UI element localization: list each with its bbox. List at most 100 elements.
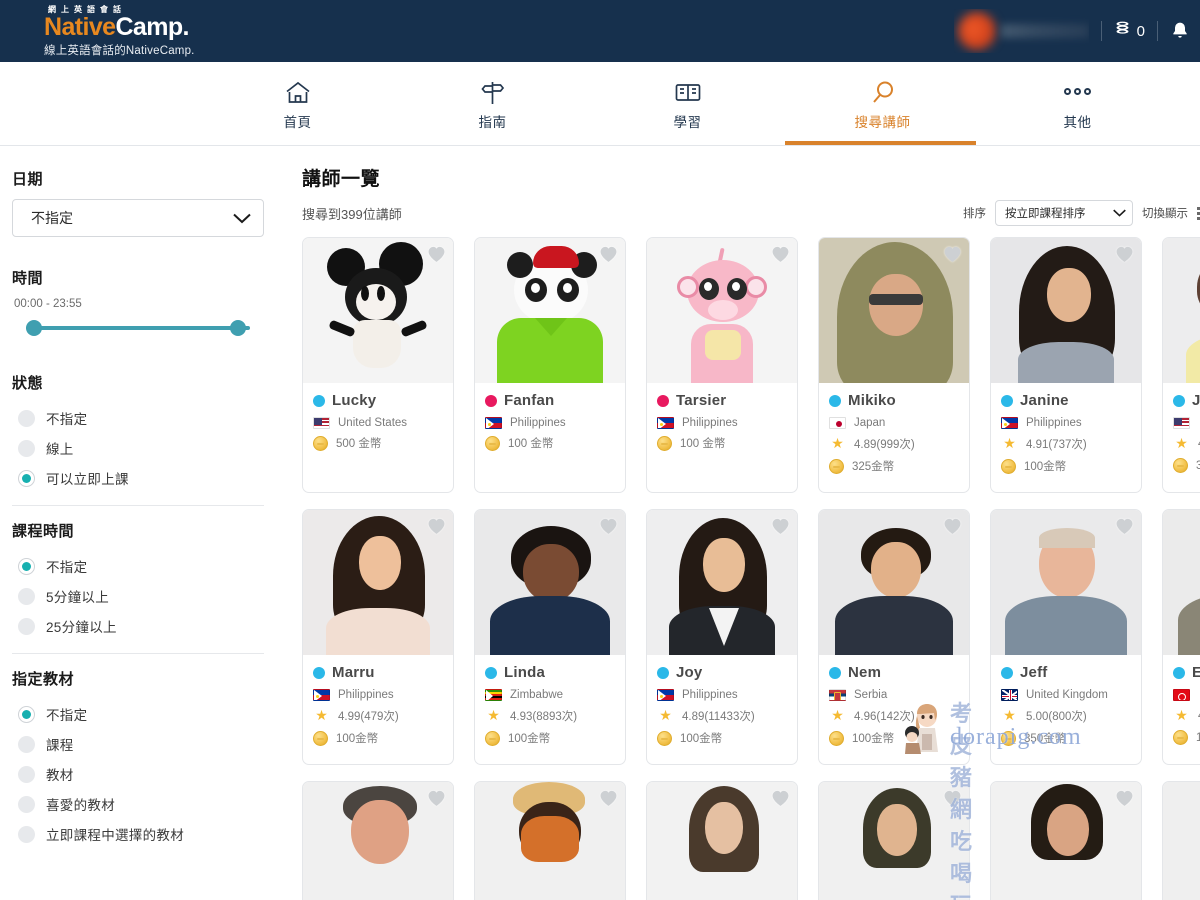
nav-item-home[interactable]: 首頁	[200, 62, 395, 145]
teacher-card[interactable]: Linda Zimbabwe ★ 4.93(8893次) 100金幣	[474, 509, 626, 765]
filter-title-time: 時間	[12, 270, 44, 287]
teacher-info: Fanfan Philippines 100 金幣	[475, 383, 625, 469]
teacher-photo[interactable]	[1163, 510, 1200, 655]
teacher-card[interactable]: Janine Philippines ★ 4.91(737次) 100金幣	[990, 237, 1142, 493]
heart-icon[interactable]	[1115, 245, 1134, 268]
teacher-photo[interactable]	[475, 238, 625, 383]
teacher-card[interactable]	[1162, 781, 1200, 900]
teacher-card[interactable]	[474, 781, 626, 900]
heart-icon[interactable]	[771, 517, 790, 540]
flag-icon-ph	[657, 417, 674, 429]
teacher-card[interactable]: J ★ 4 3	[1162, 237, 1200, 493]
teacher-card[interactable]: Jeff United Kingdom ★ 5.00(800次) 350金幣	[990, 509, 1142, 765]
teacher-photo[interactable]	[1163, 782, 1200, 900]
teacher-card[interactable]	[646, 781, 798, 900]
flag-icon-ph	[1001, 417, 1018, 429]
date-select[interactable]: 不指定	[12, 199, 264, 237]
teacher-card[interactable]	[302, 781, 454, 900]
sort-select[interactable]: 按立即課程排序	[995, 200, 1133, 226]
teacher-card[interactable]: Lucky United States 500 金幣	[302, 237, 454, 493]
brand-wordmark: NativeCamp.	[44, 15, 195, 40]
teacher-card[interactable]: Joy Philippines ★ 4.89(11433次) 100金幣	[646, 509, 798, 765]
slider-knob-min[interactable]	[26, 320, 42, 336]
heart-icon[interactable]	[943, 245, 962, 268]
material-option-3-label: 喜愛的教材	[46, 798, 115, 813]
heart-icon[interactable]	[599, 789, 618, 812]
teacher-photo[interactable]	[647, 510, 797, 655]
teacher-coin: 100 金幣	[680, 438, 726, 450]
nav-item-home-label: 首頁	[283, 115, 312, 130]
teacher-card[interactable]: Mikiko Japan ★ 4.89(999次) 325金幣	[818, 237, 970, 493]
teacher-card[interactable]: Nem Serbia ★ 4.96(142次) 100金幣	[818, 509, 970, 765]
time-range-slider[interactable]	[26, 320, 250, 336]
heart-icon[interactable]	[427, 245, 446, 268]
teacher-photo[interactable]	[475, 782, 625, 900]
brand-logo[interactable]: 網上英語會話 NativeCamp. 線上英語會話的NativeCamp.	[14, 4, 195, 58]
page-body: 日期 不指定 時間 00:00 - 23:55 狀態 不指定 線上 可以立即上課…	[0, 146, 1200, 900]
status-badge	[485, 666, 497, 679]
coin-balance[interactable]: 0	[1114, 20, 1145, 42]
heart-icon[interactable]	[427, 789, 446, 812]
teacher-photo[interactable]	[303, 782, 453, 900]
lesson-time-option-0[interactable]: 不指定	[12, 551, 264, 581]
heart-icon[interactable]	[427, 517, 446, 540]
lesson-time-option-1[interactable]: 5分鐘以上	[12, 581, 264, 611]
heart-icon[interactable]	[771, 245, 790, 268]
heart-icon[interactable]	[943, 789, 962, 812]
material-option-4[interactable]: 立即課程中選擇的教材	[12, 819, 264, 849]
teacher-photo[interactable]	[819, 782, 969, 900]
teacher-photo[interactable]	[647, 782, 797, 900]
teacher-coin: 1	[1196, 732, 1200, 744]
teacher-name-row: E	[1173, 664, 1200, 681]
teacher-card[interactable]	[818, 781, 970, 900]
status-option-1[interactable]: 線上	[12, 433, 264, 463]
avatar[interactable]	[954, 9, 1089, 53]
header-right-cluster: 0	[954, 0, 1190, 62]
nav-item-study[interactable]: 學習	[590, 62, 785, 145]
lesson-time-option-2[interactable]: 25分鐘以上	[12, 611, 264, 641]
teacher-card[interactable]	[990, 781, 1142, 900]
teacher-country: Philippines	[682, 689, 738, 701]
heart-icon[interactable]	[599, 245, 618, 268]
nav-item-other[interactable]: 其他	[980, 62, 1175, 145]
teacher-photo[interactable]	[819, 238, 969, 383]
teacher-card[interactable]: E ★ 4 1	[1162, 509, 1200, 765]
teacher-card[interactable]: Tarsier Philippines 100 金幣	[646, 237, 798, 493]
teacher-photo[interactable]	[475, 510, 625, 655]
heart-icon[interactable]	[943, 517, 962, 540]
teacher-card[interactable]: Marru Philippines ★ 4.99(479次) 100金幣	[302, 509, 454, 765]
coin-icon	[829, 730, 844, 746]
teacher-card[interactable]: Fanfan Philippines 100 金幣	[474, 237, 626, 493]
material-option-3[interactable]: 喜愛的教材	[12, 789, 264, 819]
material-option-1[interactable]: 課程	[12, 729, 264, 759]
nav-item-study-label: 學習	[673, 115, 702, 130]
nav-item-search-teacher[interactable]: 搜尋講師	[785, 62, 980, 145]
teacher-photo[interactable]	[991, 238, 1141, 383]
teacher-photo[interactable]	[819, 510, 969, 655]
heart-icon[interactable]	[771, 789, 790, 812]
teacher-country-row: Philippines	[485, 417, 615, 429]
teacher-coin: 100 金幣	[508, 438, 554, 450]
heart-icon[interactable]	[1115, 789, 1134, 812]
status-option-0[interactable]: 不指定	[12, 403, 264, 433]
coin-icon	[657, 730, 672, 746]
teacher-country-row	[1173, 417, 1200, 429]
heart-icon[interactable]	[1115, 517, 1134, 540]
status-badge	[313, 666, 325, 679]
nav-item-guide[interactable]: 指南	[395, 62, 590, 145]
teacher-photo[interactable]	[1163, 238, 1200, 383]
teacher-coin-row: 100金幣	[313, 730, 443, 746]
material-option-2[interactable]: 教材	[12, 759, 264, 789]
material-option-0[interactable]: 不指定	[12, 699, 264, 729]
teacher-photo[interactable]	[303, 238, 453, 383]
teacher-photo[interactable]	[647, 238, 797, 383]
status-option-2[interactable]: 可以立即上課	[12, 463, 264, 493]
teacher-photo[interactable]	[303, 510, 453, 655]
teacher-photo[interactable]	[991, 510, 1141, 655]
time-range-label: 00:00 - 23:55	[14, 298, 82, 310]
bell-icon[interactable]	[1170, 21, 1190, 41]
teacher-name: Jeff	[1020, 664, 1048, 681]
slider-knob-max[interactable]	[230, 320, 246, 336]
heart-icon[interactable]	[599, 517, 618, 540]
teacher-photo[interactable]	[991, 782, 1141, 900]
